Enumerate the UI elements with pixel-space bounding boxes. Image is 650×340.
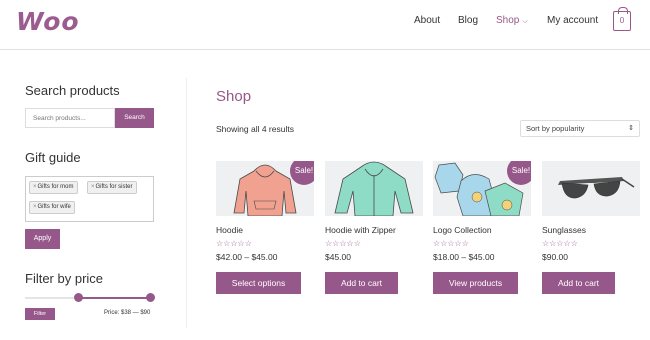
add-to-cart-button[interactable]: Add to cart <box>542 272 615 294</box>
sort-select-value: Sort by popularity <box>526 124 585 133</box>
rating-stars: ☆☆☆☆☆ <box>325 239 361 248</box>
product-name[interactable]: Sunglasses <box>542 225 586 235</box>
cart-icon[interactable]: 0 <box>613 7 631 31</box>
tag-label: Gifts for wife <box>37 204 71 210</box>
add-to-cart-button[interactable]: Add to cart <box>325 272 398 294</box>
rating-stars: ☆☆☆☆☆ <box>542 239 578 248</box>
zip-hoodie-image <box>334 161 414 216</box>
product-image[interactable] <box>325 161 423 216</box>
price-range-label: Price: $38 — $90 <box>104 310 151 316</box>
sidebar-divider <box>186 78 187 328</box>
remove-tag-icon[interactable]: × <box>33 184 37 190</box>
rating-stars: ☆☆☆☆☆ <box>216 239 252 248</box>
product-price: $90.00 <box>542 252 568 262</box>
search-input[interactable]: Search products... <box>25 108 115 128</box>
nav-my-account[interactable]: My account <box>547 15 598 26</box>
product-price: $42.00 – $45.00 <box>216 252 278 262</box>
filter-button[interactable]: Filter <box>25 308 55 320</box>
product-price: $18.00 – $45.00 <box>433 252 495 262</box>
product-image[interactable]: Sale! <box>216 161 314 216</box>
product-card-logo-collection: Sale! Logo Collection ☆☆☆☆☆ $18.00 – $45… <box>433 161 531 294</box>
view-products-button[interactable]: View products <box>433 272 518 294</box>
nav-shop[interactable]: Shop ⌵ <box>496 15 528 26</box>
product-name[interactable]: Hoodie <box>216 225 243 235</box>
product-price: $45.00 <box>325 252 351 262</box>
product-card-hoodie-with-zipper: Hoodie with Zipper ☆☆☆☆☆ $45.00 Add to c… <box>325 161 423 294</box>
tag-label: Gifts for sister <box>95 184 133 190</box>
result-count: Showing all 4 results <box>216 124 294 134</box>
product-image[interactable] <box>542 161 640 216</box>
product-name[interactable]: Logo Collection <box>433 225 492 235</box>
product-name[interactable]: Hoodie with Zipper <box>325 225 396 235</box>
product-image[interactable]: Sale! <box>433 161 531 216</box>
price-slider-range <box>78 297 150 299</box>
price-slider-min-handle[interactable] <box>74 293 83 302</box>
gift-tag-select[interactable]: ×Gifts for mom ×Gifts for sister ×Gifts … <box>25 176 154 222</box>
filter-price-title: Filter by price <box>25 271 104 286</box>
select-arrows-icon: ⇕ <box>628 125 634 132</box>
page-title: Shop <box>216 88 252 105</box>
tag-label: Gifts for mom <box>37 184 74 190</box>
nav-about[interactable]: About <box>414 15 440 26</box>
sunglasses-image <box>558 177 635 199</box>
product-card-hoodie: Sale! Hoodie ☆☆☆☆☆ $42.00 – $45.00 Selec… <box>216 161 314 294</box>
tag-gifts-for-wife[interactable]: ×Gifts for wife <box>29 201 75 214</box>
tag-gifts-for-sister[interactable]: ×Gifts for sister <box>87 181 137 194</box>
site-header: Woo About Blog Shop ⌵ My account 0 <box>0 0 650 50</box>
rating-stars: ☆☆☆☆☆ <box>433 239 469 248</box>
nav-blog[interactable]: Blog <box>458 15 478 26</box>
tag-gifts-for-mom[interactable]: ×Gifts for mom <box>29 181 78 194</box>
chevron-down-icon: ⌵ <box>522 18 528 25</box>
select-options-button[interactable]: Select options <box>216 272 301 294</box>
product-card-sunglasses: Sunglasses ☆☆☆☆☆ $90.00 Add to cart <box>542 161 640 294</box>
remove-tag-icon[interactable]: × <box>91 184 95 190</box>
search-button[interactable]: Search <box>115 108 154 128</box>
remove-tag-icon[interactable]: × <box>33 204 37 210</box>
apply-button[interactable]: Apply <box>25 229 60 249</box>
nav-shop-label: Shop <box>496 15 520 26</box>
gift-guide-title: Gift guide <box>25 150 81 165</box>
search-widget-title: Search products <box>25 83 120 98</box>
sort-select[interactable]: Sort by popularity ⇕ <box>520 120 640 137</box>
price-slider-max-handle[interactable] <box>146 293 155 302</box>
woo-logo[interactable]: Woo <box>16 7 80 36</box>
